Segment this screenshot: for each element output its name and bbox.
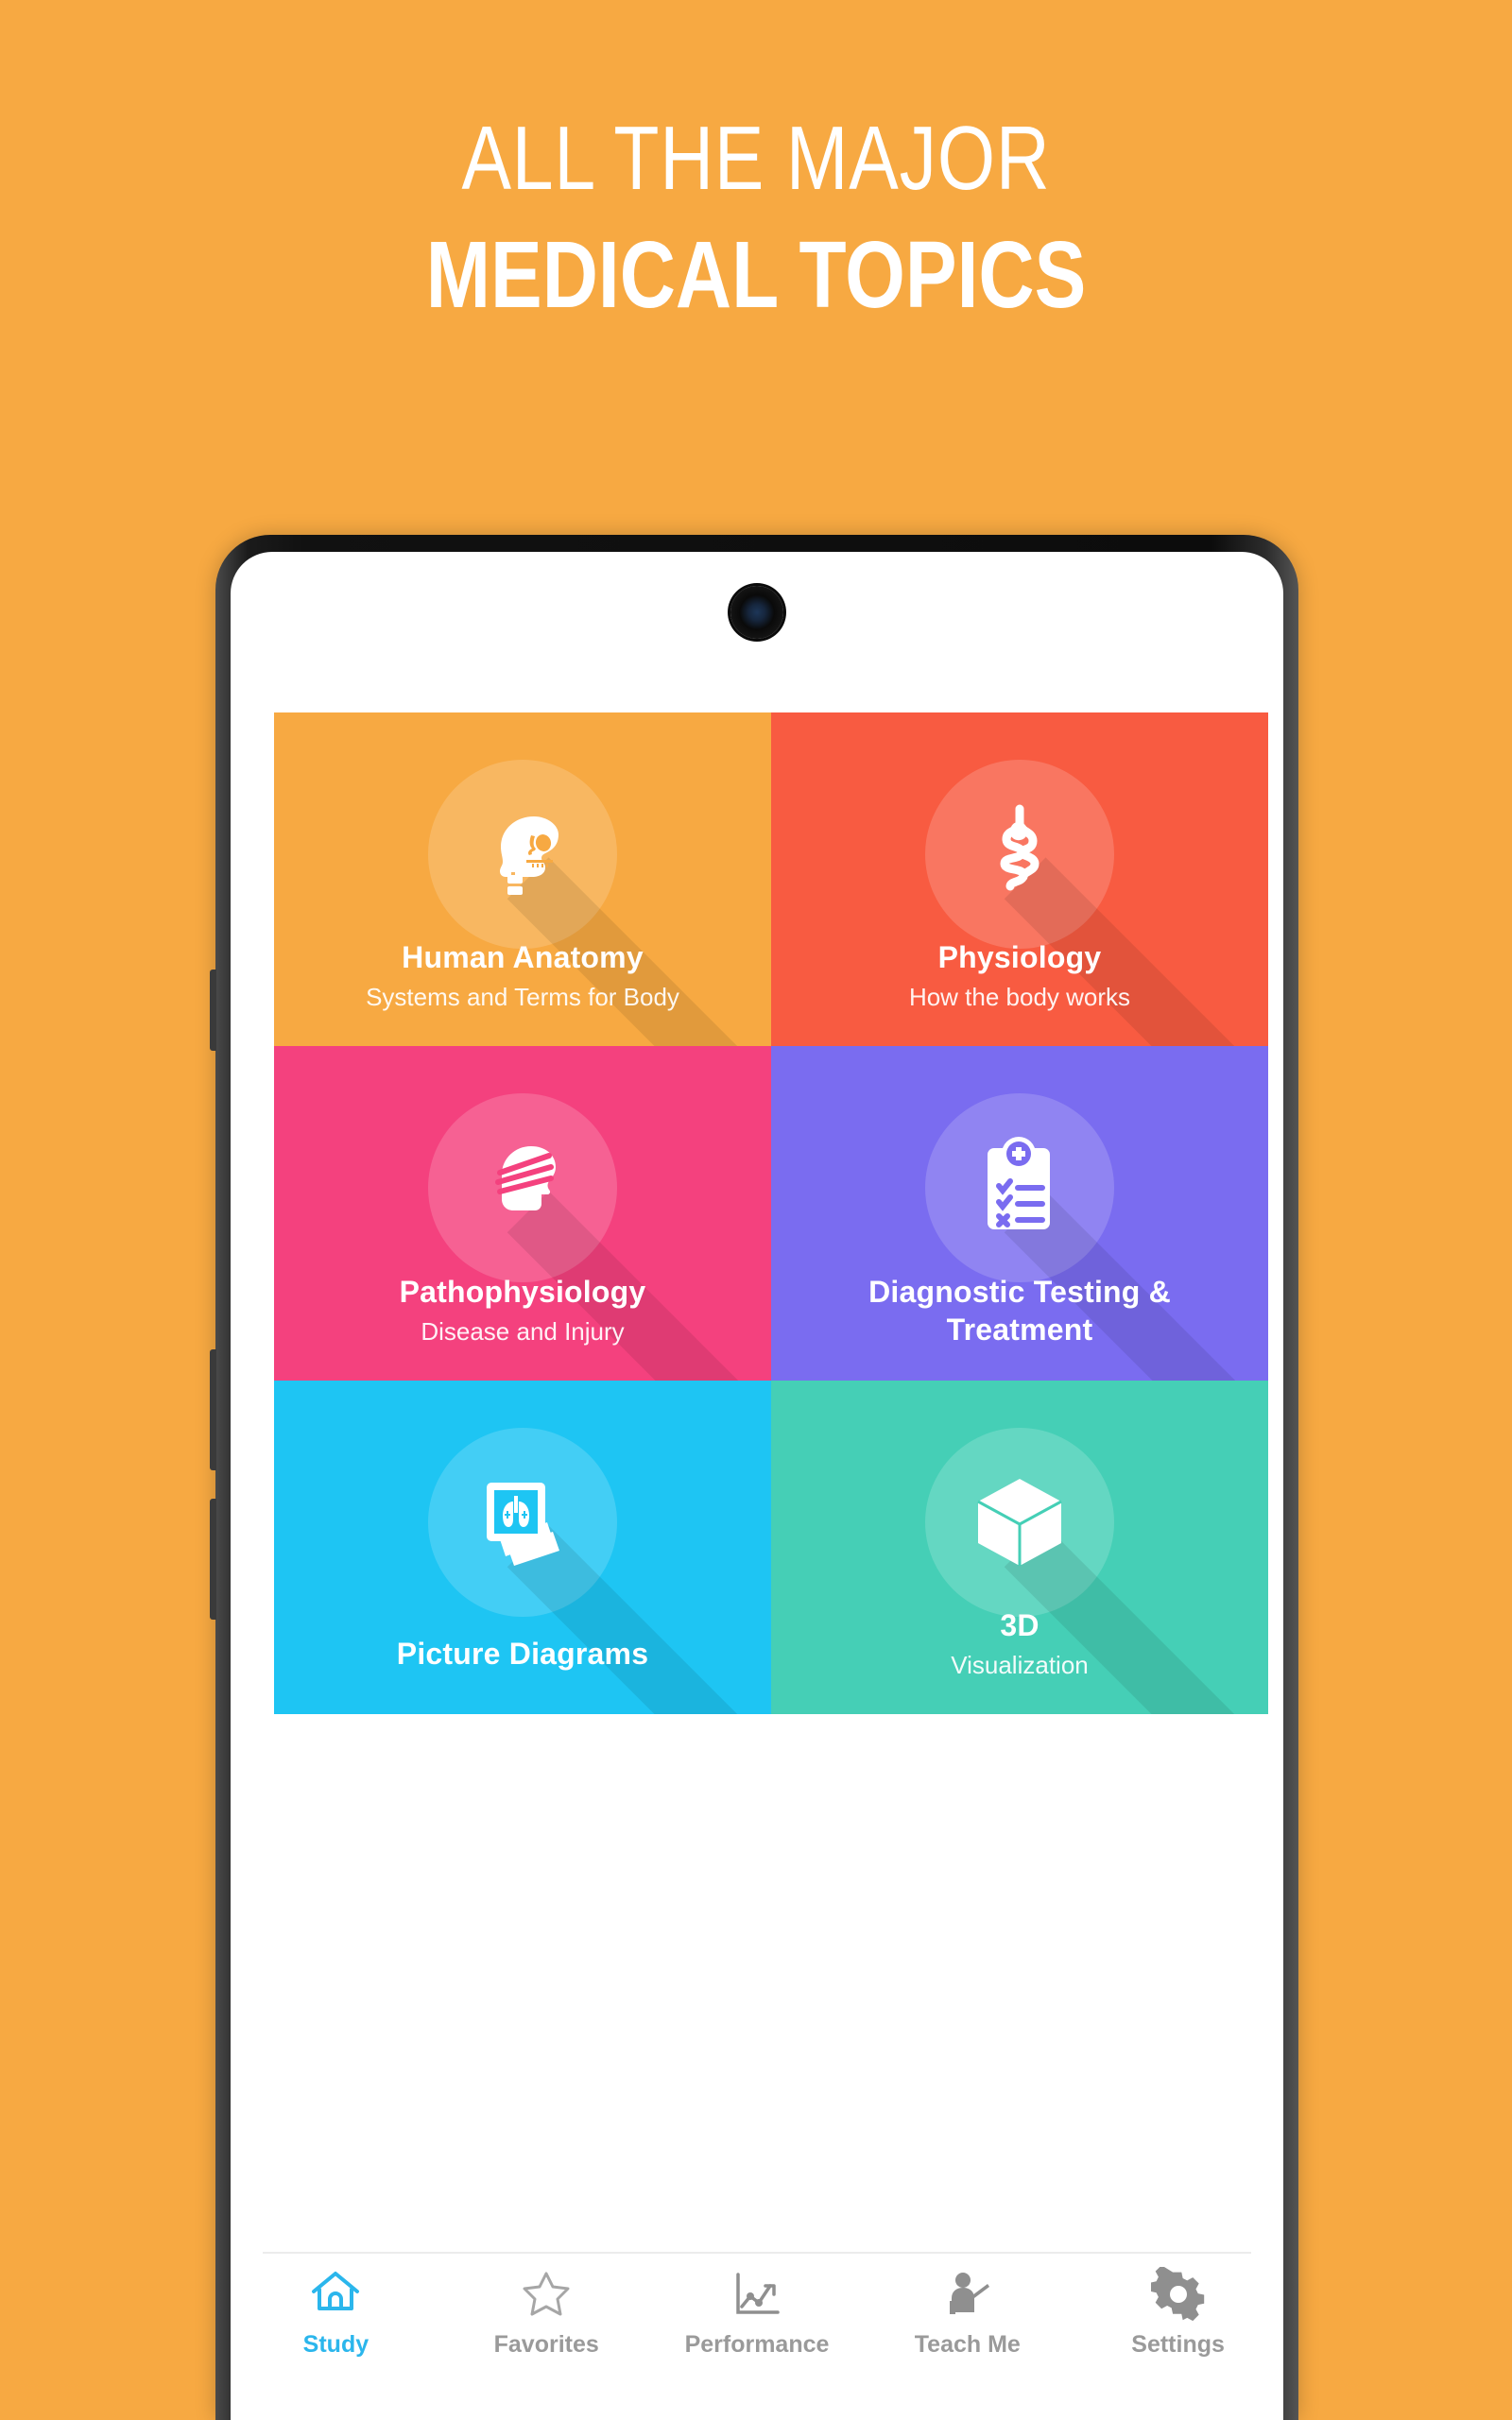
promo-headline: ALL THE MAJOR MEDICAL TOPICS — [0, 108, 1512, 328]
tile-picture-diagrams[interactable]: Picture Diagrams — [274, 1380, 771, 1714]
intestine-icon — [963, 798, 1076, 911]
nav-item-teach-me[interactable]: Teach Me — [862, 2267, 1073, 2359]
tile-label: Picture Diagrams — [396, 1637, 649, 1671]
nav-item-performance[interactable]: Performance — [652, 2267, 863, 2359]
tile-label: 3D — [1000, 1608, 1040, 1642]
tile-label: Physiology — [937, 940, 1102, 975]
home-icon — [308, 2267, 363, 2322]
xray-photos-icon — [466, 1466, 579, 1579]
tile-label: Pathophysiology — [399, 1274, 646, 1309]
nav-item-settings[interactable]: Settings — [1073, 2267, 1283, 2359]
tile-sublabel: How the body works — [908, 983, 1131, 1012]
tile-sublabel: Systems and Terms for Body — [366, 983, 679, 1012]
tile-icon-wrap — [925, 760, 1268, 1047]
nav-label: Teach Me — [914, 2331, 1021, 2358]
bottom-nav: Study Favorites Performance Teach Me Set… — [231, 2254, 1283, 2420]
tile-human-anatomy[interactable]: Human Anatomy Systems and Terms for Body — [274, 712, 771, 1047]
tile-icon-wrap — [428, 1093, 771, 1381]
nav-label: Settings — [1131, 2331, 1225, 2358]
tile-icon-wrap — [428, 760, 771, 1047]
gear-icon — [1150, 2267, 1206, 2322]
tile-pathophysiology[interactable]: Pathophysiology Disease and Injury — [274, 1046, 771, 1381]
tile-caption: Picture Diagrams — [274, 1635, 771, 1682]
tile-icon-wrap — [925, 1093, 1268, 1381]
promo-headline-line1: ALL THE MAJOR — [461, 108, 1051, 209]
tile-caption: Diagnostic Testing & Treatment — [771, 1273, 1268, 1358]
teacher-icon — [940, 2267, 995, 2322]
tile-caption: Pathophysiology Disease and Injury — [274, 1273, 771, 1358]
phone-screen: Human Anatomy Systems and Terms for Body — [231, 552, 1283, 2420]
tile-icon-wrap — [925, 1427, 1268, 1714]
tile-label-line2: Treatment — [946, 1312, 1093, 1347]
promo-headline-line2: MEDICAL TOPICS — [425, 222, 1087, 328]
medical-clipboard-icon — [963, 1131, 1076, 1244]
tile-icon-wrap — [428, 1427, 771, 1714]
nav-item-favorites[interactable]: Favorites — [441, 2267, 652, 2359]
front-camera-icon — [730, 586, 783, 639]
tile-label: Human Anatomy — [402, 940, 644, 975]
nav-label: Performance — [684, 2331, 830, 2358]
nav-label: Study — [302, 2331, 369, 2358]
bandaged-head-icon — [466, 1131, 579, 1244]
tile-three-d[interactable]: 3D Visualization — [771, 1380, 1268, 1714]
tile-caption: Human Anatomy Systems and Terms for Body — [274, 938, 771, 1023]
phone-volume-down-button — [210, 1499, 216, 1620]
star-icon — [519, 2267, 574, 2322]
phone-power-button — [210, 970, 216, 1051]
nav-label: Favorites — [493, 2331, 599, 2358]
tile-physiology[interactable]: Physiology How the body works — [771, 712, 1268, 1047]
skull-icon — [466, 798, 579, 911]
tile-sublabel: Disease and Injury — [421, 1316, 625, 1346]
tile-caption: Physiology How the body works — [771, 938, 1268, 1023]
line-chart-icon — [730, 2267, 784, 2322]
tile-sublabel: Visualization — [951, 1651, 1089, 1679]
tile-diagnostic-testing-treatment[interactable]: Diagnostic Testing & Treatment — [771, 1046, 1268, 1381]
phone-mockup: Human Anatomy Systems and Terms for Body — [210, 535, 1298, 2420]
tile-caption: 3D Visualization — [771, 1606, 1268, 1691]
tile-label: Diagnostic Testing & — [868, 1274, 1171, 1309]
phone-volume-up-button — [210, 1349, 216, 1470]
topic-grid: Human Anatomy Systems and Terms for Body — [274, 712, 1268, 1714]
cube-icon — [963, 1466, 1076, 1579]
nav-item-study[interactable]: Study — [231, 2267, 441, 2359]
